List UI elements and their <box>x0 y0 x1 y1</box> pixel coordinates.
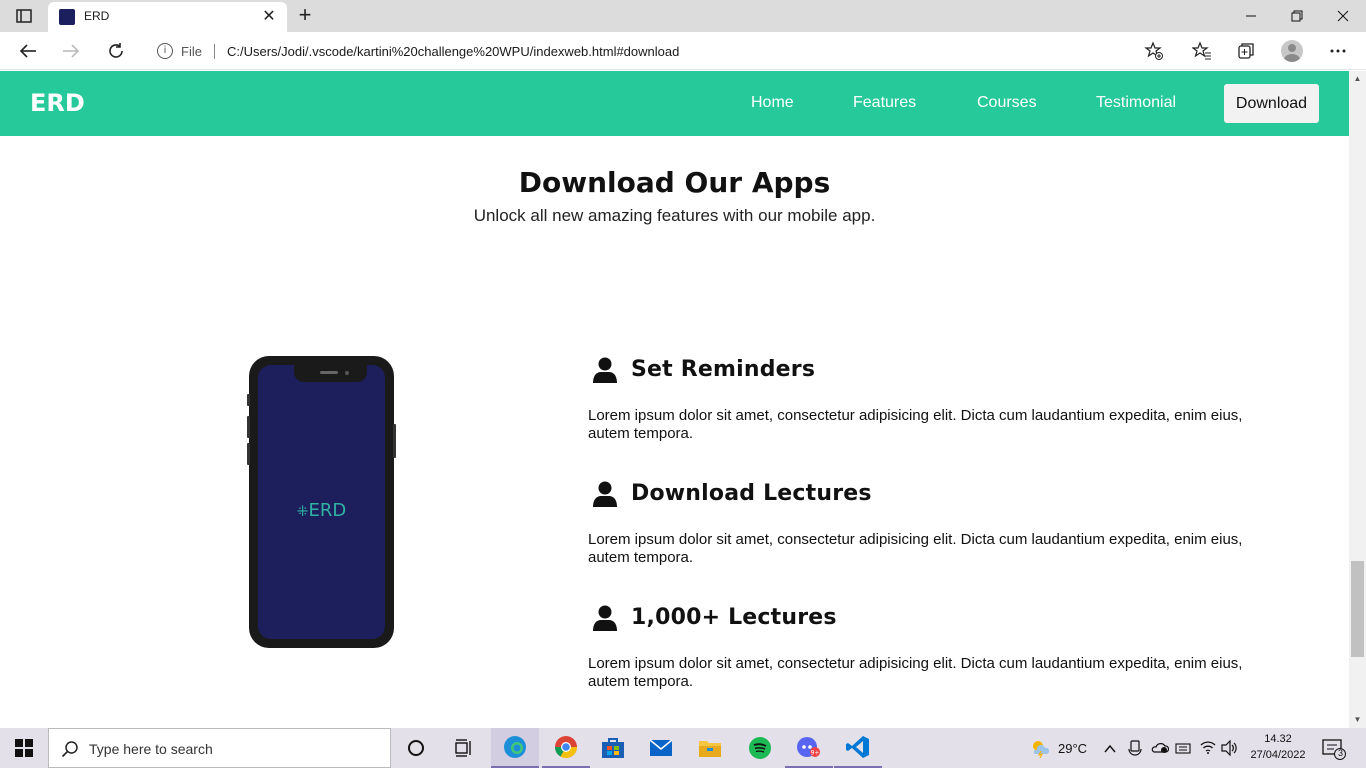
section-subtitle: Unlock all new amazing features with our… <box>473 206 876 225</box>
browser-tab-bar: ERD ✕ + <box>0 0 1366 32</box>
phone-screen: ⁜ERD <box>258 365 385 639</box>
tab-actions-icon[interactable] <box>10 6 38 26</box>
new-tab-button[interactable]: + <box>293 4 317 28</box>
phone-notch <box>294 365 367 382</box>
nav-link-features[interactable]: Features <box>853 94 916 112</box>
site-navbar: ERD Home Features Courses Testimonial Do… <box>0 71 1349 136</box>
onedrive-sync-icon[interactable] <box>1151 740 1170 759</box>
feature-description: Lorem ipsum dolor sit amet, consectetur … <box>588 655 1243 690</box>
feature-title: Set Reminders <box>631 357 816 382</box>
file-explorer-icon[interactable] <box>686 728 734 768</box>
page-scrollbar[interactable]: ▲ ▼ <box>1349 71 1366 728</box>
windows-start-icon[interactable] <box>0 728 48 768</box>
phone-side-button <box>247 394 250 406</box>
site-favicon-icon <box>59 9 75 25</box>
nav-link-home[interactable]: Home <box>751 94 794 112</box>
browser-tab[interactable]: ERD ✕ <box>48 2 287 32</box>
edge-browser-icon[interactable] <box>491 728 539 768</box>
phone-speaker <box>320 371 338 374</box>
browser-toolbar: i File C:/Users/Jodi/.vscode/kartini%20c… <box>0 32 1366 70</box>
clock-time: 14.32 <box>1264 733 1292 745</box>
microsoft-store-icon[interactable] <box>589 728 637 768</box>
feature-description: Lorem ipsum dolor sit amet, consectetur … <box>588 531 1243 566</box>
forward-arrow-icon[interactable] <box>57 37 85 65</box>
chevron-up-icon[interactable] <box>1104 741 1116 759</box>
user-icon <box>592 604 618 631</box>
phone-side-button <box>247 443 250 465</box>
chrome-icon[interactable] <box>542 728 590 768</box>
feature-title: Download Lectures <box>631 481 872 506</box>
tab-title: ERD <box>84 9 110 23</box>
scroll-up-arrow-icon[interactable]: ▲ <box>1353 74 1362 83</box>
spotify-icon[interactable] <box>736 728 784 768</box>
close-tab-icon[interactable]: ✕ <box>259 7 279 27</box>
section-title: Download Our Apps <box>518 166 831 199</box>
address-scheme-label: File <box>181 44 202 59</box>
dots-logo-icon: ⁜ <box>296 504 309 520</box>
minimize-button[interactable] <box>1228 0 1274 32</box>
restore-button[interactable] <box>1274 0 1320 32</box>
clock-date: 27/04/2022 <box>1250 749 1306 761</box>
refresh-icon[interactable] <box>102 37 130 65</box>
cortana-icon[interactable] <box>392 728 440 768</box>
scroll-down-arrow-icon[interactable]: ▼ <box>1353 715 1362 724</box>
weather-icon[interactable] <box>1030 738 1050 763</box>
notification-badge: 3 <box>1337 748 1343 758</box>
phone-mockup-image: ⁜ERD <box>247 356 396 648</box>
page-viewport: ERD Home Features Courses Testimonial Do… <box>0 71 1349 728</box>
temperature-text[interactable]: 29°C <box>1058 741 1087 756</box>
volume-icon[interactable] <box>1221 739 1239 761</box>
keyboard-language-icon[interactable] <box>1175 740 1191 761</box>
address-separator <box>214 44 215 59</box>
meet-now-icon[interactable] <box>1128 740 1142 761</box>
taskbar-search-input[interactable]: Type here to search <box>48 728 391 768</box>
notification-center-icon[interactable]: 3 <box>1322 738 1346 765</box>
profile-avatar-icon[interactable] <box>1278 37 1306 65</box>
task-view-icon[interactable] <box>440 728 488 768</box>
discord-icon[interactable]: 9+ <box>785 728 833 768</box>
nav-link-testimonial[interactable]: Testimonial <box>1096 94 1176 112</box>
user-icon <box>592 480 618 507</box>
nav-link-courses[interactable]: Courses <box>977 94 1037 112</box>
search-icon <box>61 740 79 763</box>
collections-icon[interactable] <box>1232 37 1260 65</box>
windows-taskbar: Type here to search 9+ 29°C 14.32 27/04/… <box>0 728 1366 768</box>
close-window-button[interactable] <box>1320 0 1366 32</box>
site-logo[interactable]: ERD <box>30 89 85 117</box>
nav-download-button[interactable]: Download <box>1224 84 1319 123</box>
phone-side-button <box>247 416 250 438</box>
address-bar[interactable]: i File C:/Users/Jodi/.vscode/kartini%20c… <box>145 36 1175 66</box>
taskbar-clock[interactable]: 14.32 27/04/2022 <box>1242 731 1314 763</box>
url-text[interactable]: C:/Users/Jodi/.vscode/kartini%20challeng… <box>227 44 679 59</box>
user-icon <box>592 356 618 383</box>
more-options-icon[interactable] <box>1324 37 1352 65</box>
feature-description: Lorem ipsum dolor sit amet, consectetur … <box>588 407 1243 442</box>
favorites-icon[interactable] <box>1188 37 1216 65</box>
add-favorite-icon[interactable] <box>1140 37 1168 65</box>
phone-side-button <box>393 424 396 458</box>
wifi-icon[interactable] <box>1200 740 1216 759</box>
back-arrow-icon[interactable] <box>14 37 42 65</box>
site-info-icon[interactable]: i <box>157 43 173 59</box>
svg-text:9+: 9+ <box>811 750 820 757</box>
scrollbar-thumb[interactable] <box>1351 561 1364 657</box>
search-placeholder: Type here to search <box>89 741 213 757</box>
phone-app-logo: ⁜ERD <box>258 500 385 521</box>
mail-icon[interactable] <box>637 728 685 768</box>
phone-logo-text: ERD <box>308 500 347 521</box>
vscode-icon[interactable] <box>834 728 882 768</box>
feature-title: 1,000+ Lectures <box>631 605 837 630</box>
phone-camera <box>345 371 349 375</box>
